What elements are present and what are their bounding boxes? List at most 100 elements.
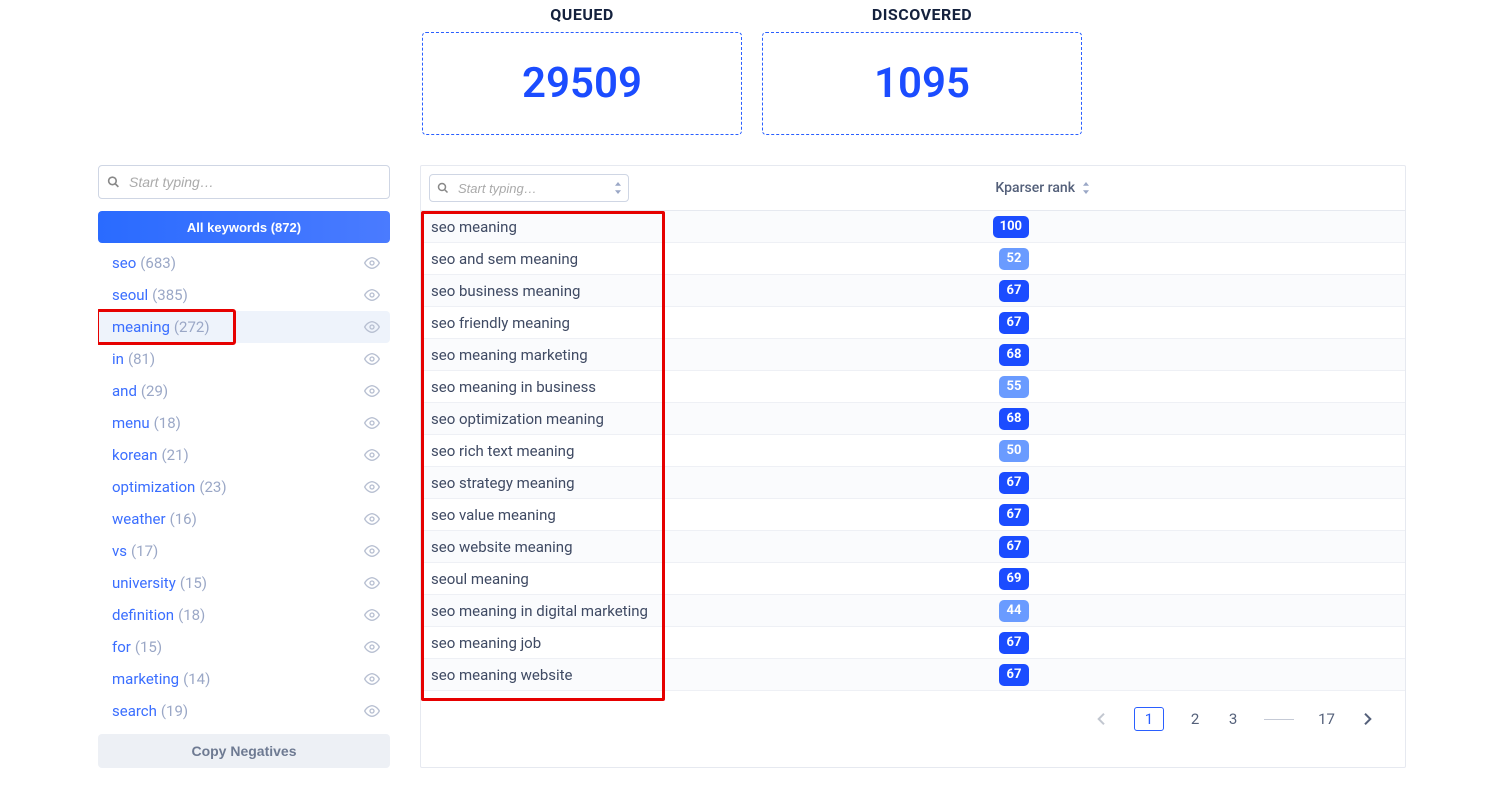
- all-keywords-button[interactable]: All keywords (872): [98, 211, 390, 243]
- eye-icon[interactable]: [364, 353, 380, 365]
- discovered-value: 1095: [773, 59, 1071, 108]
- sidebar-search-input[interactable]: [98, 165, 390, 199]
- result-text: seo meaning: [431, 218, 517, 236]
- table-row[interactable]: seo meaning100: [421, 211, 1405, 243]
- eye-icon[interactable]: [364, 481, 380, 493]
- sidebar-item-marketing[interactable]: marketing(14): [98, 663, 390, 695]
- prev-page-icon[interactable]: [1094, 711, 1110, 727]
- keyword-label: korean: [112, 446, 158, 464]
- rank-badge: 67: [999, 664, 1029, 686]
- rank-badge: 67: [999, 472, 1029, 494]
- eye-icon[interactable]: [364, 321, 380, 333]
- page-number[interactable]: 3: [1226, 710, 1240, 728]
- sidebar-search-wrap: [98, 165, 390, 199]
- sidebar-item-vs[interactable]: vs(17): [98, 535, 390, 567]
- search-icon: [107, 176, 120, 189]
- result-text: seo rich text meaning: [431, 442, 574, 460]
- keyword-count: (18): [154, 414, 181, 432]
- sidebar-item-and[interactable]: and(29): [98, 375, 390, 407]
- table-row[interactable]: seo value meaning 67: [421, 499, 1405, 531]
- keyword-count: (23): [199, 478, 226, 496]
- rank-badge: 52: [999, 248, 1029, 270]
- rank-badge: 67: [999, 504, 1029, 526]
- table-row[interactable]: seo and sem meaning 52: [421, 243, 1405, 275]
- table-row[interactable]: seo meaning in digital marketing44: [421, 595, 1405, 627]
- results-header: Kparser rank: [421, 166, 1405, 211]
- eye-icon[interactable]: [364, 609, 380, 621]
- keyword-label: weather: [112, 510, 166, 528]
- eye-icon[interactable]: [364, 545, 380, 557]
- sidebar-item-optimization[interactable]: optimization(23): [98, 471, 390, 503]
- eye-icon[interactable]: [364, 385, 380, 397]
- discovered-label: DISCOVERED: [762, 5, 1082, 24]
- table-row[interactable]: seo meaning website67: [421, 659, 1405, 691]
- result-text: seo value meaning: [431, 506, 556, 524]
- result-text: seo and sem meaning: [431, 250, 578, 268]
- sidebar-item-in[interactable]: in(81): [98, 343, 390, 375]
- table-row[interactable]: seoul meaning69: [421, 563, 1405, 595]
- keyword-count: (15): [135, 638, 162, 656]
- table-row[interactable]: seo website meaning67: [421, 531, 1405, 563]
- sidebar: All keywords (872) seo(683)seoul(385)mea…: [98, 165, 390, 768]
- keyword-count: (15): [180, 574, 207, 592]
- table-row[interactable]: seo business meaning67: [421, 275, 1405, 307]
- keyword-count: (21): [162, 446, 189, 464]
- page-number[interactable]: 1: [1134, 707, 1164, 731]
- discovered-box: 1095: [762, 32, 1082, 135]
- page-number-last[interactable]: 17: [1318, 710, 1335, 728]
- sidebar-item-university[interactable]: university(15): [98, 567, 390, 599]
- keyword-label: university: [112, 574, 176, 592]
- table-row[interactable]: seo optimization meaning68: [421, 403, 1405, 435]
- table-row[interactable]: seo meaning in business 55: [421, 371, 1405, 403]
- keyword-label: marketing: [112, 670, 179, 688]
- results-search-input[interactable]: [429, 174, 629, 202]
- keyword-count: (17): [131, 542, 158, 560]
- rank-badge: 50: [999, 440, 1029, 462]
- copy-negatives-button[interactable]: Copy Negatives: [98, 734, 390, 768]
- rank-column-header[interactable]: Kparser rank: [995, 180, 1091, 196]
- search-icon: [437, 182, 449, 194]
- sidebar-item-for[interactable]: for(15): [98, 631, 390, 663]
- sort-icon[interactable]: [613, 182, 623, 194]
- eye-icon[interactable]: [364, 673, 380, 685]
- sidebar-item-search[interactable]: search(19): [98, 695, 390, 722]
- keyword-label: for: [112, 638, 131, 656]
- eye-icon[interactable]: [364, 257, 380, 269]
- result-text: seo friendly meaning: [431, 314, 570, 332]
- eye-icon[interactable]: [364, 289, 380, 301]
- eye-icon[interactable]: [364, 641, 380, 653]
- keyword-count: (16): [170, 510, 197, 528]
- sidebar-item-definition[interactable]: definition(18): [98, 599, 390, 631]
- pagination: 1 2 3 17: [421, 691, 1405, 739]
- sidebar-item-seo[interactable]: seo(683): [98, 247, 390, 279]
- rank-badge: 67: [999, 312, 1029, 334]
- page-number[interactable]: 2: [1188, 710, 1202, 728]
- result-text: seo meaning in business: [431, 378, 596, 396]
- sidebar-item-korean[interactable]: korean(21): [98, 439, 390, 471]
- sidebar-item-weather[interactable]: weather(16): [98, 503, 390, 535]
- sidebar-item-seoul[interactable]: seoul(385): [98, 279, 390, 311]
- keyword-count: (18): [178, 606, 205, 624]
- table-row[interactable]: seo friendly meaning 67: [421, 307, 1405, 339]
- rank-badge: 55: [999, 376, 1029, 398]
- eye-icon[interactable]: [364, 513, 380, 525]
- keyword-label: seoul: [112, 286, 148, 304]
- sidebar-item-meaning[interactable]: meaning(272): [98, 311, 390, 343]
- table-row[interactable]: seo rich text meaning 50: [421, 435, 1405, 467]
- table-row[interactable]: seo meaning marketing68: [421, 339, 1405, 371]
- keyword-count: (19): [161, 702, 188, 720]
- eye-icon[interactable]: [364, 449, 380, 461]
- stats-row: QUEUED 29509 DISCOVERED 1095: [0, 0, 1504, 165]
- keyword-count: (683): [140, 254, 176, 272]
- next-page-icon[interactable]: [1359, 711, 1375, 727]
- sort-icon[interactable]: [1081, 182, 1091, 194]
- rank-header-label: Kparser rank: [995, 180, 1075, 196]
- eye-icon[interactable]: [364, 705, 380, 717]
- keyword-label: in: [112, 350, 124, 368]
- eye-icon[interactable]: [364, 577, 380, 589]
- table-row[interactable]: seo meaning job67: [421, 627, 1405, 659]
- sidebar-item-menu[interactable]: menu(18): [98, 407, 390, 439]
- keyword-count: (385): [152, 286, 188, 304]
- table-row[interactable]: seo strategy meaning67: [421, 467, 1405, 499]
- eye-icon[interactable]: [364, 417, 380, 429]
